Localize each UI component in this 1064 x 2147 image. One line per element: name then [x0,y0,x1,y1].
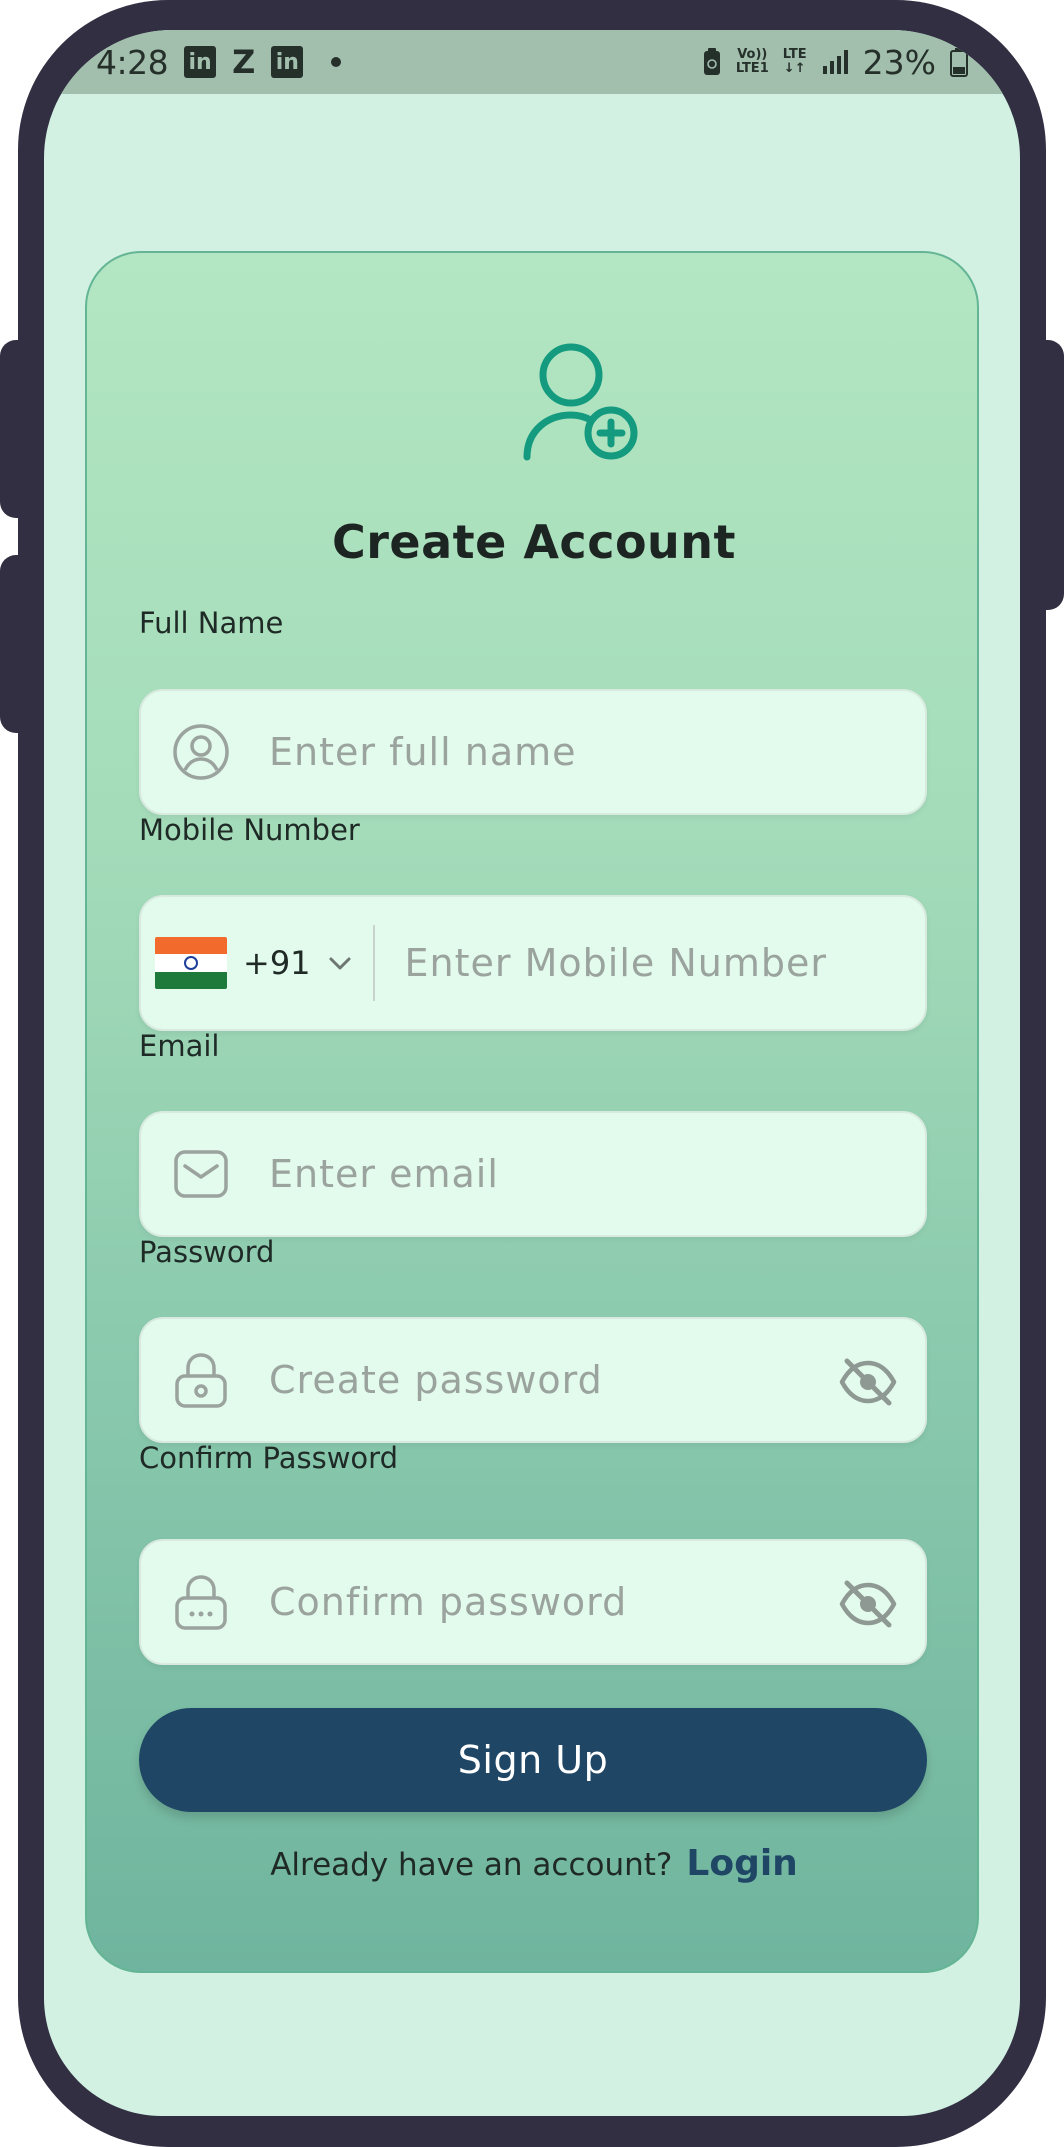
password-input[interactable]: Create password [269,1358,603,1402]
page-title: Create Account [331,515,737,569]
signup-card: Create Account Full Name Enter full name… [85,251,979,1973]
login-row: Already have an account? Login [87,1843,981,1884]
status-right: Vo)) LTE1 LTE ↓↑ 23% [702,43,968,82]
linkedin-icon: in [271,46,304,78]
status-bar: 4:28 in Z in Vo)) LTE1 LTE ↓↑ 23% [44,30,1020,94]
eye-off-icon[interactable] [839,1357,897,1407]
password-field[interactable]: Create password [139,1317,927,1443]
full-name-input[interactable]: Enter full name [269,730,577,774]
lte-arrows: ↓↑ [783,61,806,76]
lte-label: LTE [782,47,807,62]
chevron-down-icon[interactable] [327,950,353,976]
lte-icon: LTE ↓↑ [783,48,807,76]
status-left: 4:28 in Z in [96,42,342,82]
volume-down-button [0,555,40,733]
confirm-password-field[interactable]: Confirm password [139,1539,927,1665]
divider [372,925,375,1001]
zomato-icon: Z [232,43,256,81]
mobile-number-input[interactable]: Enter Mobile Number [405,941,827,985]
login-link[interactable]: Login [686,1843,797,1884]
mobile-number-field[interactable]: +91 Enter Mobile Number [139,895,927,1031]
notification-dot-icon [331,57,342,67]
mobile-number-label: Mobile Number [139,813,360,847]
add-user-icon [523,343,638,461]
battery-saver-icon [703,48,720,75]
volume-up-button [0,340,40,518]
email-input[interactable]: Enter email [269,1152,499,1196]
full-name-field[interactable]: Enter full name [139,689,927,815]
signal-icon [822,50,848,74]
sign-up-button[interactable]: Sign Up [139,1708,927,1812]
india-flag-icon[interactable] [155,937,227,989]
confirm-password-label: Confirm Password [139,1441,398,1475]
status-time: 4:28 [96,42,169,82]
screen: 4:28 in Z in Vo)) LTE1 LTE ↓↑ 23% Create… [44,30,1020,2116]
eye-off-icon[interactable] [839,1579,897,1629]
email-field[interactable]: Enter email [139,1111,927,1237]
volte-icon: Vo)) LTE1 [736,48,769,76]
envelope-icon [174,1150,228,1198]
lock-icon [175,1353,227,1408]
confirm-password-input[interactable]: Confirm password [269,1580,627,1624]
volte-bottom-label: LTE1 [735,61,769,76]
login-prompt: Already have an account? [270,1847,673,1883]
volte-top-label: Vo)) [737,47,768,62]
power-button [1024,340,1064,610]
battery-percent: 23% [862,42,936,82]
user-circle-icon [173,724,229,780]
password-label: Password [139,1235,275,1269]
battery-icon [950,48,968,77]
email-label: Email [139,1029,220,1063]
full-name-label: Full Name [139,606,284,640]
country-code[interactable]: +91 [243,944,311,982]
linkedin-icon: in [184,46,217,78]
lock-dots-icon [175,1575,227,1630]
